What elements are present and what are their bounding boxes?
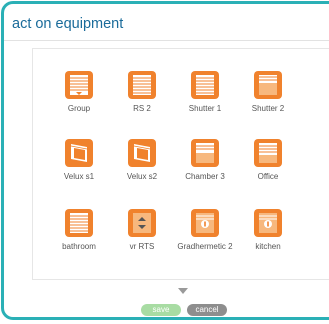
equipment-label: Office	[257, 172, 279, 181]
scroll-down-arrow-icon[interactable]	[178, 288, 188, 294]
roller-shutter-half-icon	[254, 71, 282, 99]
equipment-tile-rs-2[interactable]: RS 2	[110, 71, 174, 113]
equipment-tile-bathroom[interactable]: bathroom	[47, 209, 111, 251]
equipment-tile-group[interactable]: Group	[47, 71, 111, 113]
equipment-tile-kitchen[interactable]: kitchen	[236, 209, 300, 251]
roller-shutter-half-icon	[191, 139, 219, 167]
equipment-label: Gradhermetic 2	[177, 242, 233, 251]
act-on-equipment-dialog: act on equipment Group RS 2 Shutter 1 Sh…	[1, 1, 329, 320]
roller-shutter-icon	[65, 209, 93, 237]
equipment-label: Velux s2	[126, 172, 158, 181]
equipment-tile-gradhermetic-2[interactable]: Gradhermetic 2	[173, 209, 237, 251]
equipment-label: kitchen	[255, 242, 281, 251]
equipment-tile-shutter-1[interactable]: Shutter 1	[173, 71, 237, 113]
save-button[interactable]: save	[141, 304, 181, 316]
rts-shutter-icon	[128, 209, 156, 237]
equipment-label: RS 2	[133, 104, 151, 113]
equipment-label: vr RTS	[129, 242, 155, 251]
equipment-tile-chamber-3[interactable]: Chamber 3	[173, 139, 237, 181]
equipment-tile-shutter-2[interactable]: Shutter 2	[236, 71, 300, 113]
title-divider	[4, 40, 329, 41]
roof-window-icon	[128, 139, 156, 167]
equipment-tile-velux-s2[interactable]: Velux s2	[110, 139, 174, 181]
equipment-label: Shutter 1	[188, 104, 222, 113]
equipment-label: bathroom	[62, 242, 96, 251]
roller-shutter-icon	[191, 71, 219, 99]
equipment-tile-velux-s1[interactable]: Velux s1	[47, 139, 111, 181]
gradhermetic-icon	[254, 209, 282, 237]
roller-shutter-icon	[128, 71, 156, 99]
group-shutter-icon	[65, 71, 93, 99]
equipment-label: Shutter 2	[251, 104, 285, 113]
gradhermetic-icon	[191, 209, 219, 237]
cancel-button[interactable]: cancel	[187, 304, 227, 316]
equipment-grid: Group RS 2 Shutter 1 Shutter 2 Velux s1 …	[32, 48, 329, 280]
equipment-label: Chamber 3	[185, 172, 225, 181]
dialog-title: act on equipment	[12, 16, 124, 32]
equipment-label: Group	[67, 104, 91, 113]
roof-window-icon	[65, 139, 93, 167]
equipment-tile-vr-rts[interactable]: vr RTS	[110, 209, 174, 251]
roller-shutter-half-icon	[254, 139, 282, 167]
equipment-tile-office[interactable]: Office	[236, 139, 300, 181]
equipment-label: Velux s1	[63, 172, 95, 181]
